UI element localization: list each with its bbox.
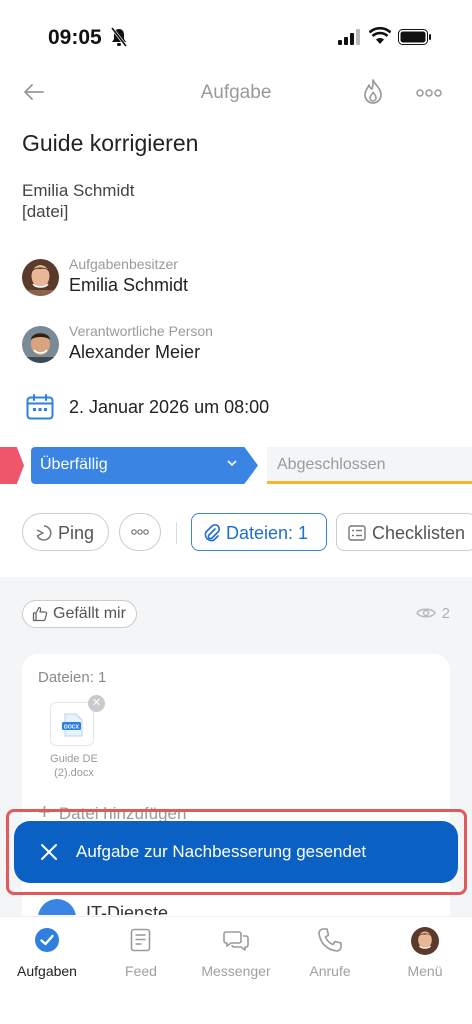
ping-icon (36, 525, 52, 541)
docx-file-icon: DOCX (62, 713, 83, 737)
description-line: Emilia Schmidt (22, 181, 135, 200)
chat-bubbles-icon (223, 931, 249, 951)
tab-label: Aufgaben (17, 963, 77, 979)
thumbs-up-icon (32, 606, 48, 622)
stage-bar: Überfällig Abgeschlossen (0, 447, 472, 487)
tab-menu[interactable]: Menü (378, 927, 472, 987)
more-options-icon[interactable] (416, 88, 442, 98)
tab-label: Messenger (201, 963, 271, 979)
chevron-down-icon (227, 460, 237, 467)
stage-next-label: Abgeschlossen (277, 456, 386, 473)
close-icon[interactable] (39, 842, 59, 862)
task-title: Guide korrigieren (22, 130, 199, 156)
feed-icon (130, 928, 151, 952)
tab-calls[interactable]: Anrufe (283, 927, 377, 987)
stage-active-label: Überfällig (40, 456, 108, 473)
like-button[interactable]: Gefällt mir (22, 600, 137, 628)
tasks-check-icon (35, 928, 59, 952)
battery-icon (398, 29, 431, 45)
like-label: Gefällt mir (53, 605, 126, 622)
avatar (411, 927, 439, 955)
ping-label: Ping (58, 523, 95, 543)
file-name-line: Guide DE (50, 753, 98, 765)
tab-messenger[interactable]: Messenger (189, 927, 283, 987)
wifi-icon (369, 27, 391, 44)
checklists-label: Checklisten (372, 523, 466, 543)
files-card-title: Dateien: 1 (38, 669, 107, 686)
more-actions-button[interactable] (119, 513, 161, 551)
page-title: Aufgabe (200, 82, 272, 103)
file-thumbnail[interactable]: DOCX (50, 702, 94, 746)
toast-message: Aufgabe zur Nachbesserung gesendet (76, 842, 367, 861)
deadline-text: 2. Januar 2026 um 08:00 (69, 397, 270, 417)
flame-icon[interactable] (362, 78, 384, 106)
files-button[interactable]: Dateien: 1 (191, 513, 327, 551)
file-type-badge: DOCX (64, 724, 80, 730)
more-options-icon (131, 529, 149, 535)
top-navigation: Aufgabe (0, 72, 472, 112)
checklist-icon (348, 525, 366, 541)
files-label: Dateien: 1 (226, 523, 309, 543)
file-name-line: (2).docx (54, 767, 94, 779)
eye-icon (415, 608, 436, 618)
avatar (22, 259, 59, 296)
bell-muted-icon (111, 27, 127, 47)
responsible-role-label: Verantwortliche Person (69, 323, 213, 339)
avatar (22, 326, 59, 363)
tab-label: Feed (125, 963, 157, 979)
task-description: Emilia Schmidt [datei] (22, 180, 134, 222)
tab-label: Anrufe (309, 963, 351, 979)
owner-role-label: Aufgabenbesitzer (69, 256, 178, 272)
paperclip-icon (204, 523, 220, 542)
tab-feed[interactable]: Feed (94, 927, 188, 987)
stage-completed[interactable]: Abgeschlossen (267, 447, 472, 484)
deadline-row[interactable]: 2. Januar 2026 um 08:00 (26, 394, 269, 422)
file-name: Guide DE (2).docx (42, 752, 106, 780)
description-line: [datei] (22, 202, 69, 221)
partially-hidden-text: IT-Dienste (86, 903, 169, 915)
signal-icon (338, 29, 360, 45)
checklists-button[interactable]: Checklisten (336, 513, 472, 551)
phone-icon (318, 928, 342, 952)
group-icon (38, 899, 76, 915)
stage-overdue[interactable]: Überfällig (31, 447, 258, 484)
stage-indicator (0, 447, 24, 484)
tab-tasks[interactable]: Aufgaben (0, 927, 94, 987)
calendar-icon (26, 394, 54, 420)
partially-hidden-item: IT-Dienste (38, 899, 458, 915)
bottom-tab-bar: Aufgaben Feed Messenger Anrufe Menü (0, 916, 472, 1024)
ping-button[interactable]: Ping (22, 513, 109, 551)
tab-label: Menü (407, 963, 443, 979)
status-time: 09:05 (48, 26, 102, 49)
views-count: 2 (441, 605, 450, 622)
views-counter: 2 (415, 605, 450, 622)
responsible-name: Alexander Meier (69, 342, 201, 362)
toast-notification[interactable]: Aufgabe zur Nachbesserung gesendet (14, 821, 458, 883)
action-chips: Ping Dateien: 1 Checklisten (22, 513, 472, 553)
chips-divider (176, 522, 177, 544)
owner-name: Emilia Schmidt (69, 275, 189, 295)
status-bar: 09:05 (0, 0, 472, 70)
remove-file-icon[interactable]: ✕ (88, 695, 105, 712)
